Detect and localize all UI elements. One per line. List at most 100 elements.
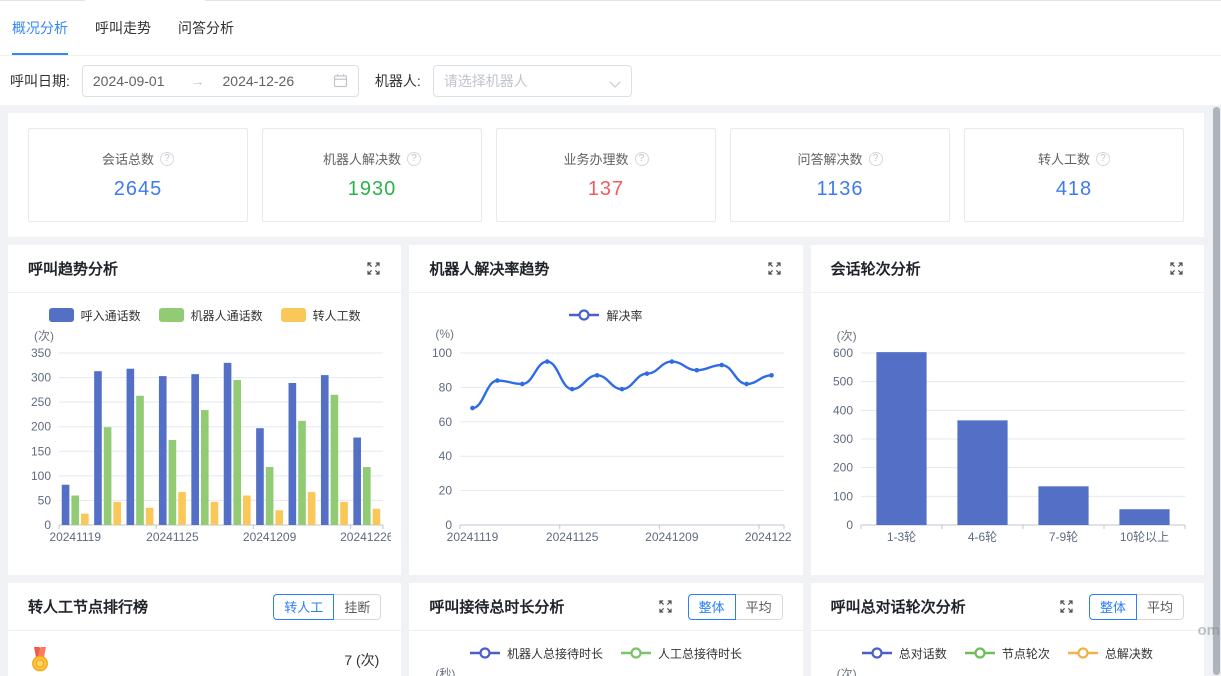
chart-legend: 解决率 (409, 303, 802, 327)
svg-text:20241125: 20241125 (146, 530, 199, 544)
legend-label: 呼入通话数 (81, 307, 141, 324)
svg-text:80: 80 (439, 380, 453, 394)
bottom-row: 转人工节点排行榜 转人工 挂断 7 (次) (8, 583, 1204, 676)
panel-title: 机器人解决率趋势 (429, 258, 549, 279)
fullscreen-icon[interactable] (1059, 599, 1075, 615)
legend-label: 总解决数 (1105, 645, 1153, 662)
top-border-segment (205, 0, 1221, 1)
legend-label: 人工总接待时长 (658, 645, 742, 662)
legend-item-inbound-calls[interactable]: 呼入通话数 (49, 307, 141, 324)
svg-text:200: 200 (31, 420, 51, 434)
legend-item-robot-calls[interactable]: 机器人通话数 (159, 307, 263, 324)
panel-title: 呼叫总对话轮次分析 (831, 596, 966, 617)
active-tab-underline (12, 53, 68, 55)
overall-button[interactable]: 整体 (688, 594, 736, 620)
tabs-bar: 概况分析 呼叫走势 问答分析 (0, 0, 1221, 56)
legend-item-node-rounds[interactable]: 节点轮次 (965, 645, 1050, 662)
svg-text:1-3轮: 1-3轮 (887, 530, 916, 544)
fullscreen-icon[interactable] (1168, 261, 1184, 277)
robot-select[interactable]: 请选择机器人 (433, 65, 632, 97)
stat-label: 会话总数 (102, 149, 154, 168)
panel-transfer-node-ranking: 转人工节点排行榜 转人工 挂断 7 (次) (8, 583, 401, 676)
fullscreen-icon[interactable] (658, 599, 674, 615)
help-icon[interactable]: ? (869, 152, 883, 166)
stat-card-qa-resolved: 问答解决数 ? 1136 (730, 128, 950, 222)
stat-value: 1930 (348, 178, 397, 201)
legend-label: 解决率 (606, 307, 642, 324)
gold-medal-icon (30, 647, 50, 672)
stat-value: 2645 (114, 178, 163, 201)
date-range-picker[interactable]: 2024-09-01 → 2024-12-26 (82, 65, 359, 97)
robot-label: 机器人: (375, 71, 421, 91)
legend-swatch (159, 308, 184, 322)
legend-item-agent-total-duration[interactable]: 人工总接待时长 (621, 645, 742, 662)
overall-button[interactable]: 整体 (1089, 594, 1137, 620)
vertical-scrollbar[interactable] (1212, 106, 1221, 676)
legend-item-total-dialogs[interactable]: 总对话数 (862, 645, 947, 662)
chart-legend-empty (811, 303, 1204, 327)
fullscreen-icon[interactable] (767, 261, 783, 277)
svg-text:100: 100 (31, 469, 51, 483)
svg-text:20241209: 20241209 (645, 530, 699, 544)
legend-item-total-resolved[interactable]: 总解决数 (1068, 645, 1153, 662)
y-axis-unit: (次) (837, 665, 1204, 676)
svg-text:20241209: 20241209 (243, 530, 297, 544)
legend-item-robot-total-duration[interactable]: 机器人总接待时长 (470, 645, 603, 662)
svg-text:300: 300 (833, 432, 853, 446)
help-icon[interactable]: ? (160, 152, 174, 166)
tab-overview-analysis[interactable]: 概况分析 (12, 0, 68, 55)
resolve-rate-line-chart: 0204060801002024111920241125202412092024… (420, 343, 792, 549)
calendar-icon (333, 73, 348, 88)
legend-swatch (49, 308, 74, 322)
date-end-value[interactable]: 2024-12-26 (223, 73, 295, 89)
date-range-arrow: → (191, 73, 205, 89)
scrollbar-thumb[interactable] (1213, 107, 1220, 675)
svg-text:20241125: 20241125 (546, 530, 599, 544)
y-axis-unit: (秒) (435, 665, 802, 676)
y-axis-unit: (次) (34, 327, 401, 343)
y-axis-unit: (%) (435, 327, 802, 343)
overall-average-toggle: 整体 平均 (688, 594, 783, 620)
stat-label: 机器人解决数 (323, 149, 401, 168)
help-icon[interactable]: ? (407, 152, 421, 166)
transfer-to-agent-button[interactable]: 转人工 (273, 594, 334, 620)
hangup-button[interactable]: 挂断 (333, 594, 381, 620)
chevron-down-icon (611, 76, 621, 86)
line-marker-icon (965, 647, 995, 659)
svg-text:600: 600 (833, 346, 853, 360)
svg-text:250: 250 (31, 395, 51, 409)
date-start-value[interactable]: 2024-09-01 (93, 73, 165, 89)
help-icon[interactable]: ? (635, 152, 649, 166)
line-marker-icon (1068, 647, 1098, 659)
svg-text:300: 300 (31, 371, 51, 385)
overview-analysis-page: 概况分析 呼叫走势 问答分析 呼叫日期: 2024-09-01 → 2024-1… (0, 0, 1221, 676)
stat-label: 业务办理数 (563, 149, 628, 168)
main-content: 会话总数 ? 2645 机器人解决数 ? 1930 业务办理数 ? 137 (0, 105, 1221, 676)
line-marker-icon (470, 647, 500, 659)
tab-call-trend[interactable]: 呼叫走势 (95, 0, 151, 55)
fullscreen-icon[interactable] (365, 261, 381, 277)
panel-total-dialog-rounds-analysis: 呼叫总对话轮次分析 整体 平均 (811, 583, 1204, 676)
legend-item-transfer-count[interactable]: 转人工数 (281, 307, 361, 324)
svg-text:50: 50 (37, 493, 51, 507)
stats-summary: 会话总数 ? 2645 机器人解决数 ? 1930 业务办理数 ? 137 (8, 113, 1204, 237)
tab-label: 概况分析 (12, 18, 68, 38)
panel-robot-resolve-rate-trend: 机器人解决率趋势 解决率 (409, 245, 802, 575)
panel-title: 呼叫趋势分析 (28, 258, 118, 279)
average-button[interactable]: 平均 (1136, 594, 1184, 620)
help-icon[interactable]: ? (1096, 152, 1110, 166)
legend-label: 机器人通话数 (191, 307, 263, 324)
legend-swatch (281, 308, 306, 322)
stat-card-business-handled: 业务办理数 ? 137 (496, 128, 716, 222)
svg-text:100: 100 (833, 489, 853, 503)
legend-item-resolve-rate[interactable]: 解决率 (569, 307, 642, 324)
chart-legend: 机器人总接待时长 人工总接待时长 (409, 641, 802, 665)
call-trend-bar-chart: 0501001502002503003502024111920241125202… (19, 343, 391, 549)
stat-value: 1136 (816, 178, 863, 201)
svg-text:0: 0 (847, 518, 854, 532)
legend-label: 机器人总接待时长 (507, 645, 603, 662)
panel-call-trend-analysis: 呼叫趋势分析 呼入通话数 (8, 245, 401, 575)
svg-text:150: 150 (31, 444, 51, 458)
tab-qa-analysis[interactable]: 问答分析 (178, 0, 234, 55)
average-button[interactable]: 平均 (735, 594, 783, 620)
